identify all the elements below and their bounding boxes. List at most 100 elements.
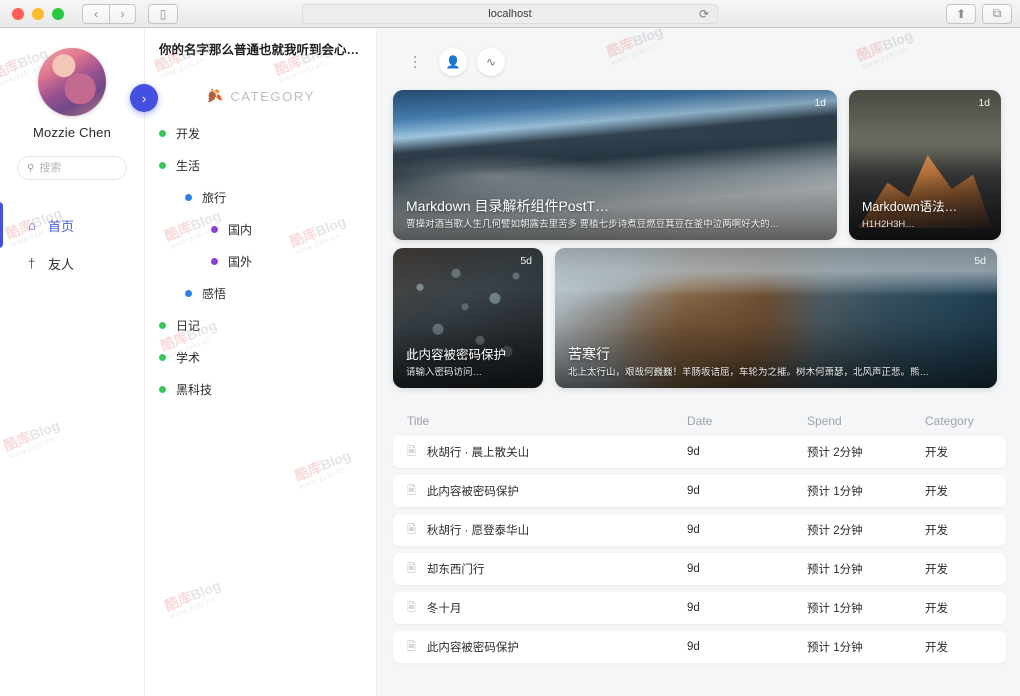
- window-controls[interactable]: [12, 7, 64, 20]
- column-header-category[interactable]: Category: [925, 414, 992, 428]
- card-title: 苦寒行: [568, 346, 610, 363]
- category-header: 🍂 CATEGORY: [145, 86, 376, 106]
- cell-date: 9d: [687, 485, 700, 497]
- more-options-icon[interactable]: [407, 55, 423, 69]
- column-header-date[interactable]: Date: [687, 414, 807, 428]
- search-icon: ⚲: [27, 162, 35, 174]
- posts-table: Title Date Spend Category 🗎 秋胡行 · 晨上散关山 9d…: [393, 406, 1006, 663]
- cell-title: 🗎 秋胡行 · 愿登泰华山: [407, 521, 687, 540]
- document-icon: 🗎: [407, 562, 416, 575]
- card-text-block: 苦寒行 北上太行山，艰哉何巍巍！羊肠坂诘屈，车轮为之摧。树木何萧瑟，北风声正悲。熊…: [568, 346, 984, 379]
- card-title: Markdown语法…: [862, 200, 958, 215]
- post-card[interactable]: 1d Markdown语法… H1H2H3H…: [849, 90, 1001, 240]
- cell-title: 🗎 秋胡行 · 晨上散关山: [407, 443, 687, 462]
- cell-spend: 预计 2分钟: [807, 525, 863, 537]
- category-item[interactable]: 日记: [145, 314, 376, 336]
- document-icon: 🗎: [407, 523, 416, 536]
- table-row[interactable]: 🗎 秋胡行 · 愿登泰华山 9d 预计 2分钟 开发: [393, 514, 1006, 546]
- sidebar-item-label: 友人: [48, 256, 75, 272]
- post-card[interactable]: 5d 此内容被密码保护 请输入密码访问…: [393, 248, 543, 388]
- category-item[interactable]: 黑科技: [145, 378, 376, 400]
- table-row[interactable]: 🗎 却东西门行 9d 预计 1分钟 开发: [393, 553, 1006, 585]
- document-icon: 🗎: [407, 601, 416, 614]
- column-header-spend[interactable]: Spend: [807, 414, 925, 428]
- forward-button[interactable]: ›: [109, 3, 136, 24]
- card-age-badge: 1d: [978, 97, 990, 109]
- sidebar-toggle-button[interactable]: ▯: [148, 3, 178, 24]
- profile-sidebar: 酷库Blog www.zxki.cn 酷库Blog www.zxki.cn 酷库…: [0, 28, 145, 696]
- avatar[interactable]: [38, 48, 106, 116]
- category-item[interactable]: 国外: [145, 250, 376, 272]
- table-header: Title Date Spend Category: [393, 406, 1006, 436]
- table-row[interactable]: 🗎 此内容被密码保护 9d 预计 1分钟 开发: [393, 631, 1006, 663]
- site-title: 你的名字那么普通也就我听到会心…: [159, 43, 360, 57]
- minimize-window-button[interactable]: [32, 7, 44, 20]
- person-icon: †: [28, 255, 36, 271]
- address-bar-url: localhost: [488, 7, 532, 20]
- chrome-right-buttons: ⬆ ⧉: [934, 3, 1012, 24]
- card-row-top: 1d Markdown 目录解析组件PostT… 曹操对酒当歌人生几何譬如朝露去里苦…: [393, 90, 1006, 240]
- category-item[interactable]: 开发: [145, 122, 376, 144]
- cell-category: 开发: [925, 447, 948, 459]
- table-row[interactable]: 🗎 冬十月 9d 预计 1分钟 开发: [393, 592, 1006, 624]
- category-item[interactable]: 学术: [145, 346, 376, 368]
- post-card[interactable]: 1d Markdown 目录解析组件PostT… 曹操对酒当歌人生几何譬如朝露去里苦…: [393, 90, 837, 240]
- category-item[interactable]: 旅行: [145, 186, 376, 208]
- category-item[interactable]: 生活: [145, 154, 376, 176]
- category-label: 学术: [176, 350, 201, 365]
- category-dot-icon: [185, 193, 192, 201]
- user-icon[interactable]: 👤: [439, 48, 467, 76]
- table-row[interactable]: 🗎 秋胡行 · 晨上散关山 9d 预计 2分钟 开发: [393, 436, 1006, 468]
- profile-name: Mozzie Chen: [32, 125, 112, 140]
- category-header-label: CATEGORY: [230, 88, 315, 104]
- category-label: 日记: [176, 318, 201, 333]
- cell-title-text: 秋胡行 · 晨上散关山: [426, 447, 530, 459]
- sidebar-nav: ⌂ 首页 † 友人: [0, 206, 144, 282]
- document-icon: 🗎: [407, 445, 416, 458]
- expand-sidebar-button[interactable]: ›: [130, 84, 158, 112]
- cell-date: 9d: [687, 446, 700, 458]
- sidebar-item-home[interactable]: ⌂ 首页: [0, 206, 144, 244]
- category-label: 国外: [228, 254, 253, 269]
- category-list: 开发生活旅行国内国外感悟日记学术黑科技: [145, 122, 376, 400]
- category-dot-icon: [211, 257, 218, 265]
- category-item[interactable]: 国内: [145, 218, 376, 240]
- category-dot-icon: [159, 385, 166, 393]
- card-age-badge: 5d: [520, 255, 532, 267]
- cell-title-text: 冬十月: [426, 603, 462, 615]
- category-label: 感悟: [202, 286, 227, 301]
- reload-icon[interactable]: ⟳: [699, 7, 709, 21]
- category-label: 旅行: [202, 190, 227, 205]
- address-bar-wrapper: localhost ⟳: [302, 3, 718, 24]
- rss-icon[interactable]: ∿: [477, 48, 505, 76]
- share-icon[interactable]: ⬆: [946, 3, 976, 24]
- cell-category: 开发: [925, 486, 948, 498]
- cell-category: 开发: [925, 564, 948, 576]
- browser-chrome: ‹ › ▯ localhost ⟳ ⬆ ⧉: [0, 0, 1020, 28]
- watermark: 酷库Blog www.zxki.cn: [292, 446, 354, 492]
- card-age-badge: 1d: [814, 97, 826, 109]
- search-box[interactable]: ⚲: [17, 156, 127, 180]
- maximize-window-button[interactable]: [52, 7, 64, 20]
- category-dot-icon: [159, 321, 166, 329]
- post-card[interactable]: 5d 苦寒行 北上太行山，艰哉何巍巍！羊肠坂诘屈，车轮为之摧。树木何萧瑟，北风声正悲…: [555, 248, 997, 388]
- main-content: 酷库Blog www.zxki.cn 酷库Blog www.zxki.cn 👤 …: [377, 28, 1020, 696]
- search-input[interactable]: [39, 162, 117, 174]
- card-age-badge: 5d: [974, 255, 986, 267]
- column-header-title[interactable]: Title: [407, 414, 687, 428]
- address-bar[interactable]: localhost ⟳: [302, 3, 718, 24]
- home-icon: ⌂: [28, 217, 36, 233]
- navigation-buttons: ‹ ›: [82, 3, 136, 24]
- card-row-bottom: 5d 此内容被密码保护 请输入密码访问… 5d 苦寒行 北上太行山，艰哉何巍巍！羊肠坂诘屈…: [393, 248, 1006, 388]
- tabs-icon[interactable]: ⧉: [982, 3, 1012, 24]
- category-sidebar: 酷库Blog www.zxki.cn 酷库Blog www.zxki.cn 酷库…: [145, 28, 377, 696]
- sidebar-item-friends[interactable]: † 友人: [0, 244, 144, 282]
- category-item[interactable]: 感悟: [145, 282, 376, 304]
- cell-category: 开发: [925, 642, 948, 654]
- back-button[interactable]: ‹: [82, 3, 109, 24]
- watermark: 酷库Blog www.zxki.cn: [1, 416, 63, 462]
- category-dot-icon: [159, 161, 166, 169]
- cell-category: 开发: [925, 603, 948, 615]
- close-window-button[interactable]: [12, 7, 24, 20]
- table-row[interactable]: 🗎 此内容被密码保护 9d 预计 1分钟 开发: [393, 475, 1006, 507]
